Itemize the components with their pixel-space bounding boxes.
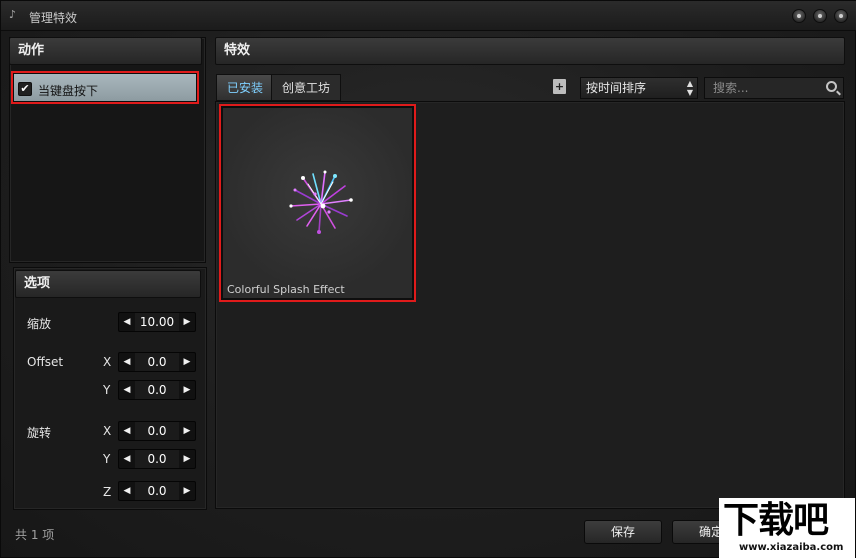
rotation-z-label: Z bbox=[103, 485, 112, 499]
offset-y-value[interactable]: 0.0 bbox=[135, 381, 179, 399]
rotation-y-decrease-icon[interactable]: ◀ bbox=[119, 450, 135, 468]
rotation-x-increase-icon[interactable]: ▶ bbox=[179, 422, 195, 440]
offset-y-increase-icon[interactable]: ▶ bbox=[179, 381, 195, 399]
search-icon[interactable] bbox=[826, 81, 837, 92]
add-file-icon[interactable]: + bbox=[553, 79, 566, 94]
rotation-label: 旋转 bbox=[27, 426, 52, 440]
rotation-y-increase-icon[interactable]: ▶ bbox=[179, 450, 195, 468]
offset-x-decrease-icon[interactable]: ◀ bbox=[119, 353, 135, 371]
watermark-logo: 下载吧 www.xiazaiba.com bbox=[719, 498, 855, 558]
tab-installed[interactable]: 已安装 bbox=[216, 74, 275, 101]
effect-thumbnail: Colorful Splash Effect bbox=[223, 108, 412, 298]
window-title: 管理特效 bbox=[29, 11, 78, 25]
action-item-label: 当键盘按下 bbox=[38, 84, 99, 98]
scale-label: 缩放 bbox=[27, 317, 52, 331]
rotation-x-value[interactable]: 0.0 bbox=[135, 422, 179, 440]
offset-label: Offset bbox=[27, 355, 64, 369]
rotation-z-value[interactable]: 0.0 bbox=[135, 482, 179, 500]
action-item-background: ✔ 当键盘按下 bbox=[14, 74, 196, 101]
search-placeholder: 搜索... bbox=[713, 81, 749, 95]
actions-header: 动作 bbox=[9, 37, 202, 65]
rotation-y-stepper[interactable]: ◀ 0.0 ▶ bbox=[118, 449, 196, 469]
rotation-x-decrease-icon[interactable]: ◀ bbox=[119, 422, 135, 440]
rotation-z-stepper[interactable]: ◀ 0.0 ▶ bbox=[118, 481, 196, 501]
sort-select[interactable]: 按时间排序 ▲ ▼ bbox=[580, 77, 698, 99]
watermark-text: 下载吧 bbox=[723, 500, 829, 541]
close-button[interactable] bbox=[834, 9, 848, 23]
scale-increase-icon[interactable]: ▶ bbox=[179, 313, 195, 331]
search-input[interactable]: 搜索... bbox=[704, 77, 844, 99]
rotation-z-decrease-icon[interactable]: ◀ bbox=[119, 482, 135, 500]
options-header: 选项 bbox=[15, 270, 201, 298]
offset-x-label: X bbox=[103, 355, 112, 369]
scale-decrease-icon[interactable]: ◀ bbox=[119, 313, 135, 331]
scale-stepper[interactable]: ◀ 10.00 ▶ bbox=[118, 312, 196, 332]
app-icon: ♪ bbox=[9, 8, 17, 21]
action-item-key-press[interactable]: ✔ 当键盘按下 bbox=[11, 71, 199, 104]
rotation-y-value[interactable]: 0.0 bbox=[135, 450, 179, 468]
sort-value: 按时间排序 bbox=[586, 81, 647, 95]
title-bar[interactable]: ♪ 管理特效 bbox=[1, 1, 856, 31]
effect-card[interactable]: Colorful Splash Effect bbox=[219, 104, 416, 302]
offset-y-label: Y bbox=[103, 383, 111, 397]
rotation-x-stepper[interactable]: ◀ 0.0 ▶ bbox=[118, 421, 196, 441]
rotation-z-increase-icon[interactable]: ▶ bbox=[179, 482, 195, 500]
rotation-y-label: Y bbox=[103, 452, 111, 466]
offset-y-decrease-icon[interactable]: ◀ bbox=[119, 381, 135, 399]
maximize-button[interactable] bbox=[813, 9, 827, 23]
offset-x-stepper[interactable]: ◀ 0.0 ▶ bbox=[118, 352, 196, 372]
scale-value[interactable]: 10.00 bbox=[135, 313, 179, 331]
select-arrows-icon: ▲ ▼ bbox=[686, 79, 693, 97]
rotation-x-label: X bbox=[103, 424, 112, 438]
effect-name: Colorful Splash Effect bbox=[227, 283, 345, 296]
item-count: 共 1 项 bbox=[15, 528, 55, 542]
minimize-button[interactable] bbox=[792, 9, 806, 23]
splash-preview-icon bbox=[289, 170, 353, 234]
save-button[interactable]: 保存 bbox=[584, 520, 662, 544]
offset-x-value[interactable]: 0.0 bbox=[135, 353, 179, 371]
manage-effects-window: ♪ 管理特效 动作 ✔ 当键盘按下 选项 缩放 ◀ 10.00 ▶ Offset… bbox=[0, 0, 856, 558]
tab-workshop[interactable]: 创意工坊 bbox=[271, 74, 342, 101]
action-checkbox[interactable]: ✔ bbox=[18, 82, 32, 96]
watermark-url: www.xiazaiba.com bbox=[739, 542, 844, 553]
effects-header: 特效 bbox=[215, 37, 845, 65]
offset-x-increase-icon[interactable]: ▶ bbox=[179, 353, 195, 371]
offset-y-stepper[interactable]: ◀ 0.0 ▶ bbox=[118, 380, 196, 400]
